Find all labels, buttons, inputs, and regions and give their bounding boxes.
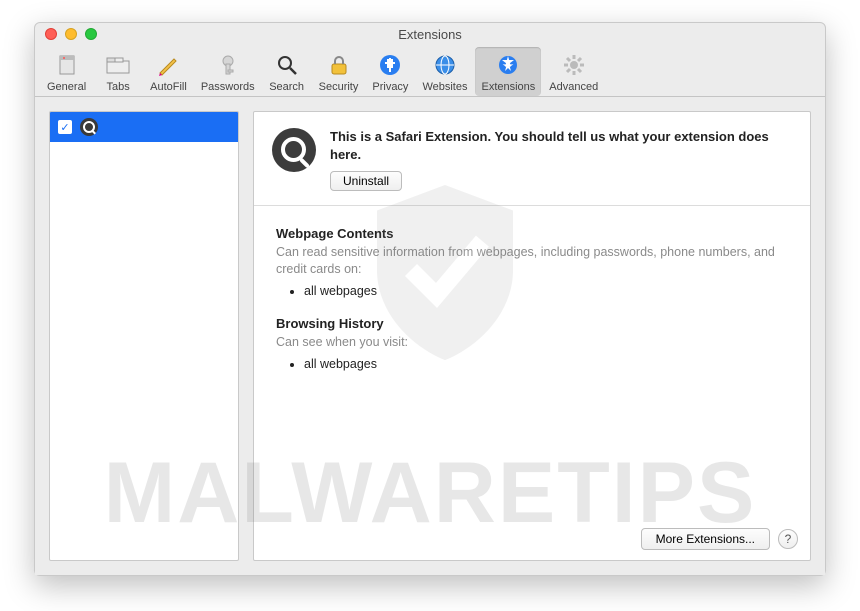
toolbar-item-tabs[interactable]: Tabs: [94, 47, 142, 96]
uninstall-button[interactable]: Uninstall: [330, 171, 402, 191]
permission-item: all webpages: [304, 357, 788, 371]
security-icon: [325, 51, 353, 79]
tabs-icon: [104, 51, 132, 79]
passwords-icon: [214, 51, 242, 79]
zoom-icon[interactable]: [85, 28, 97, 40]
toolbar-item-general[interactable]: General: [41, 47, 92, 96]
toolbar-item-autofill[interactable]: AutoFill: [144, 47, 193, 96]
toolbar-item-extensions[interactable]: Extensions: [475, 47, 541, 96]
toolbar-item-websites[interactable]: Websites: [416, 47, 473, 96]
extension-list-item[interactable]: ✓: [50, 112, 238, 142]
extensions-sidebar: ✓: [49, 111, 239, 561]
websites-icon: [431, 51, 459, 79]
permission-list: all webpages: [304, 284, 788, 298]
extensions-icon: [494, 51, 522, 79]
extension-icon: [272, 128, 316, 172]
extension-detail-panel: This is a Safari Extension. You should t…: [253, 111, 811, 561]
toolbar-label: Security: [319, 81, 359, 93]
toolbar-label: General: [47, 81, 86, 93]
permission-item: all webpages: [304, 284, 788, 298]
toolbar-item-passwords[interactable]: Passwords: [195, 47, 261, 96]
preferences-toolbar: General Tabs AutoFill Passwords Search: [35, 45, 825, 97]
toolbar-label: Advanced: [549, 81, 598, 93]
help-button[interactable]: ?: [778, 529, 798, 549]
privacy-icon: [376, 51, 404, 79]
content-area: ✓ This is a Safari Extension. You should…: [35, 97, 825, 575]
permission-list: all webpages: [304, 357, 788, 371]
extension-permissions: Webpage Contents Can read sensitive info…: [254, 206, 810, 409]
toolbar-item-advanced[interactable]: Advanced: [543, 47, 604, 96]
preferences-window: Extensions General Tabs AutoFill Passwor…: [34, 22, 826, 576]
search-icon: [273, 51, 301, 79]
minimize-icon[interactable]: [65, 28, 77, 40]
title-bar: Extensions: [35, 23, 825, 45]
toolbar-label: Privacy: [372, 81, 408, 93]
permission-subtitle: Can read sensitive information from webp…: [276, 244, 788, 278]
general-icon: [53, 51, 81, 79]
toolbar-label: Websites: [422, 81, 467, 93]
permission-title: Webpage Contents: [276, 226, 788, 241]
more-extensions-button[interactable]: More Extensions...: [641, 528, 770, 550]
toolbar-item-security[interactable]: Security: [313, 47, 365, 96]
detail-footer: More Extensions... ?: [641, 528, 798, 550]
window-title: Extensions: [398, 27, 462, 42]
toolbar-label: Tabs: [107, 81, 130, 93]
extension-description: This is a Safari Extension. You should t…: [330, 128, 792, 163]
toolbar-label: Passwords: [201, 81, 255, 93]
toolbar-item-privacy[interactable]: Privacy: [366, 47, 414, 96]
toolbar-item-search[interactable]: Search: [263, 47, 311, 96]
advanced-icon: [560, 51, 588, 79]
permission-subtitle: Can see when you visit:: [276, 334, 788, 351]
autofill-icon: [154, 51, 182, 79]
search-icon: [80, 118, 98, 136]
toolbar-label: Extensions: [481, 81, 535, 93]
toolbar-label: AutoFill: [150, 81, 187, 93]
extension-header: This is a Safari Extension. You should t…: [254, 112, 810, 206]
extension-enabled-checkbox[interactable]: ✓: [58, 120, 72, 134]
close-icon[interactable]: [45, 28, 57, 40]
window-controls: [45, 28, 97, 40]
toolbar-label: Search: [269, 81, 304, 93]
permission-title: Browsing History: [276, 316, 788, 331]
